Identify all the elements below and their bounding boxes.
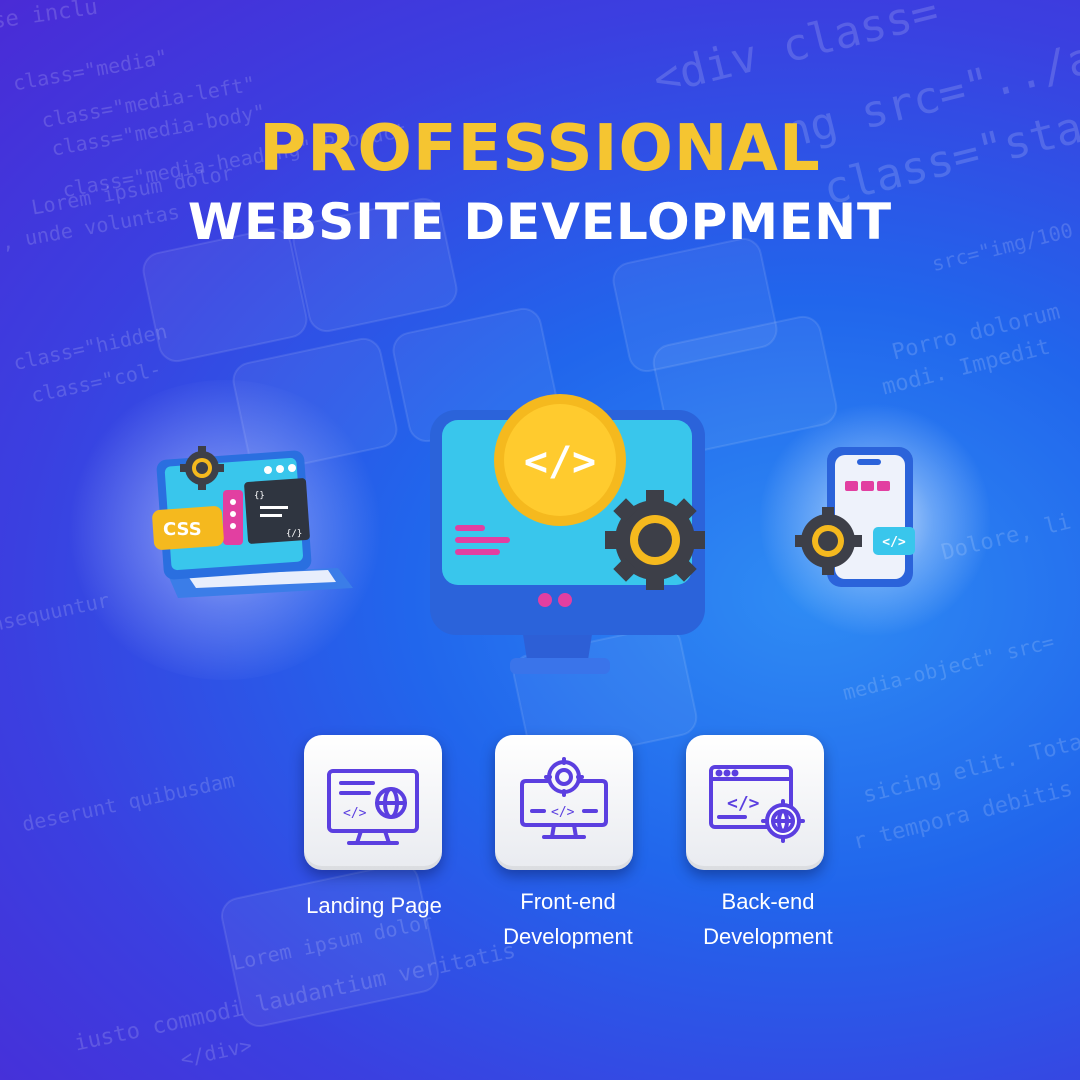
svg-text:</>: </> [343, 806, 367, 821]
headline-title: WEBSITE DEVELOPMENT [187, 193, 893, 251]
poster: se inclu class="media" class="media-left… [0, 0, 1080, 1080]
svg-text:</>: </> [551, 805, 575, 820]
service-tile-frontend: </> [495, 735, 633, 870]
css-badge: CSS [163, 519, 202, 540]
service-label-backend: Back-end Development [703, 889, 833, 949]
headline-accent: PROFESSIONAL [259, 112, 821, 186]
service-tile-backend: </> [686, 735, 824, 870]
svg-text:</>: </> [727, 793, 760, 814]
service-label-landing-page: Landing Page [306, 893, 442, 918]
laptop-code-glyph: {/} [286, 529, 302, 539]
laptop-css-illustration: {} {/} CSS [152, 446, 353, 598]
monitor-code-illustration: </> [430, 394, 705, 674]
phone-code-illustration: </> [795, 447, 915, 587]
backend-development-icon: </> [709, 765, 805, 843]
gear-icon [605, 490, 705, 590]
frontend-development-icon: </> [520, 757, 608, 839]
service-label-frontend: Front-end Development [503, 889, 633, 949]
service-tile-landing-page: </> [304, 735, 442, 870]
code-glyph: </> [524, 439, 596, 485]
code-glyph: </> [882, 535, 906, 550]
landing-page-icon: </> [327, 769, 419, 845]
svg-text:{}: {} [254, 491, 265, 501]
